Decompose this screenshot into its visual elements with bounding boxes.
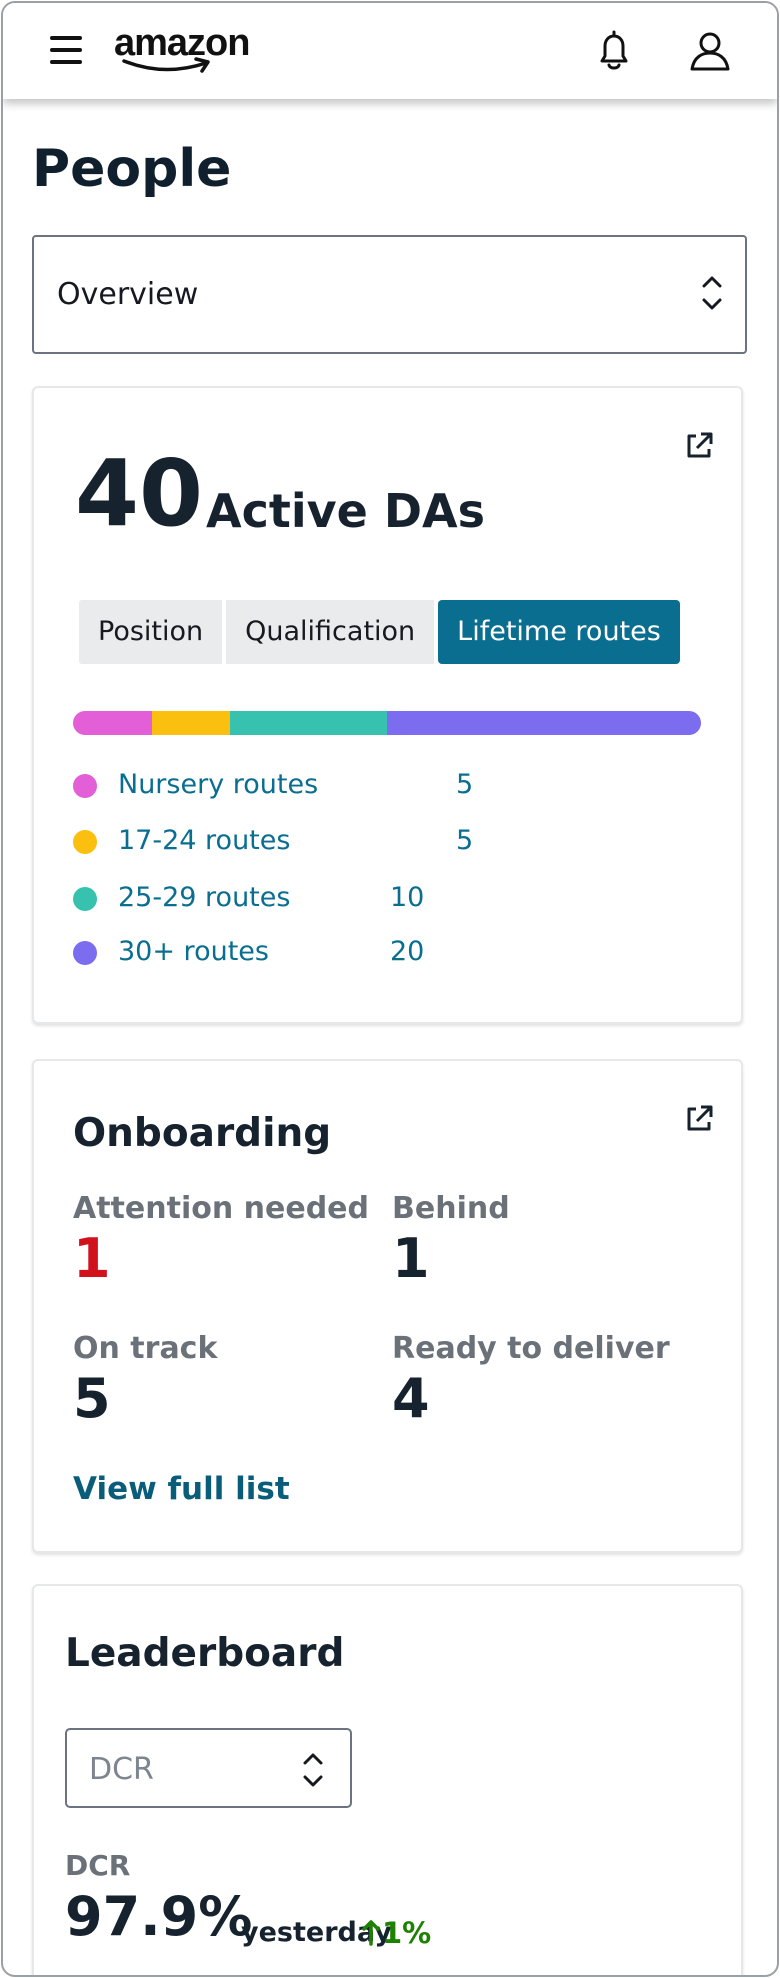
legend-label: 25-29 routes <box>118 882 291 913</box>
leaderboard-title: Leaderboard <box>65 1631 345 1676</box>
stat-label-attention: Attention needed <box>73 1191 369 1226</box>
stat-value-ready: 4 <box>392 1367 430 1430</box>
kpi-value: 97.9% <box>65 1885 253 1948</box>
view-select[interactable]: Overview <box>32 235 747 354</box>
stat-value-attention: 1 <box>73 1227 111 1290</box>
tab-lifetime-routes[interactable]: Lifetime routes <box>438 600 680 664</box>
active-das-card: 40 Active DAs Position Qualification Lif… <box>32 386 743 1024</box>
menu-icon[interactable] <box>47 33 87 67</box>
legend-item-30-plus[interactable]: 30+ routes 20 <box>73 932 673 972</box>
arrow-up-icon <box>362 1920 380 1946</box>
routes-bar-segment-4 <box>387 711 701 735</box>
onboarding-card: Onboarding Attention needed 1 Behind 1 O… <box>32 1059 743 1553</box>
routes-stacked-bar <box>73 711 701 735</box>
external-link-icon[interactable] <box>683 430 715 462</box>
chevron-up-down-icon <box>303 1753 323 1787</box>
tab-qualification[interactable]: Qualification <box>226 600 435 664</box>
stat-value-behind: 1 <box>392 1227 430 1290</box>
kpi-change: 1% <box>382 1916 432 1950</box>
legend-dot <box>73 887 97 911</box>
page-title: People <box>32 139 232 199</box>
legend-item-nursery[interactable]: Nursery routes 5 <box>73 765 673 805</box>
chevron-up-down-icon <box>702 276 722 310</box>
active-das-label: Active DAs <box>206 484 485 538</box>
active-das-count: 40 <box>75 440 204 547</box>
user-icon[interactable] <box>684 25 736 77</box>
legend-dot <box>73 830 97 854</box>
onboarding-title: Onboarding <box>73 1111 332 1156</box>
bell-icon[interactable] <box>588 25 640 77</box>
legend-value: 20 <box>390 936 425 967</box>
segmented-control: Position Qualification Lifetime routes <box>79 600 684 664</box>
legend-label: 30+ routes <box>118 936 269 967</box>
view-full-list-link[interactable]: View full list <box>73 1470 290 1508</box>
legend-item-17-24[interactable]: 17-24 routes 5 <box>73 821 673 861</box>
legend-value: 5 <box>456 769 474 800</box>
top-navigation-bar: amazon <box>3 3 777 99</box>
legend-dot <box>73 774 97 798</box>
stat-value-on-track: 5 <box>73 1367 111 1430</box>
kpi-label: DCR <box>65 1849 131 1882</box>
metric-select-value: DCR <box>89 1752 154 1787</box>
view-select-value: Overview <box>57 277 199 312</box>
stat-label-on-track: On track <box>73 1331 218 1366</box>
legend-item-25-29[interactable]: 25-29 routes 10 <box>73 878 673 918</box>
stat-label-ready: Ready to deliver <box>392 1331 670 1366</box>
kpi-trend: 1% <box>360 1916 431 1950</box>
stat-label-behind: Behind <box>392 1191 510 1226</box>
external-link-icon[interactable] <box>683 1103 715 1135</box>
legend-label: Nursery routes <box>118 769 319 800</box>
tab-position[interactable]: Position <box>79 600 223 664</box>
app-frame: amazon People Overview 40 Active DAs Pos… <box>1 1 779 1977</box>
legend-label: 17-24 routes <box>118 825 291 856</box>
legend-dot <box>73 941 97 965</box>
routes-bar-segment-3 <box>230 711 387 735</box>
routes-bar-segment-1 <box>73 711 152 735</box>
legend-value: 10 <box>390 882 425 913</box>
legend-value: 5 <box>456 825 474 856</box>
metric-select[interactable]: DCR <box>65 1728 352 1808</box>
amazon-logo[interactable]: amazon <box>114 21 250 77</box>
routes-bar-segment-2 <box>151 711 230 735</box>
leaderboard-card: Leaderboard DCR DCR 97.9% yesterday 1% <box>32 1584 743 1975</box>
